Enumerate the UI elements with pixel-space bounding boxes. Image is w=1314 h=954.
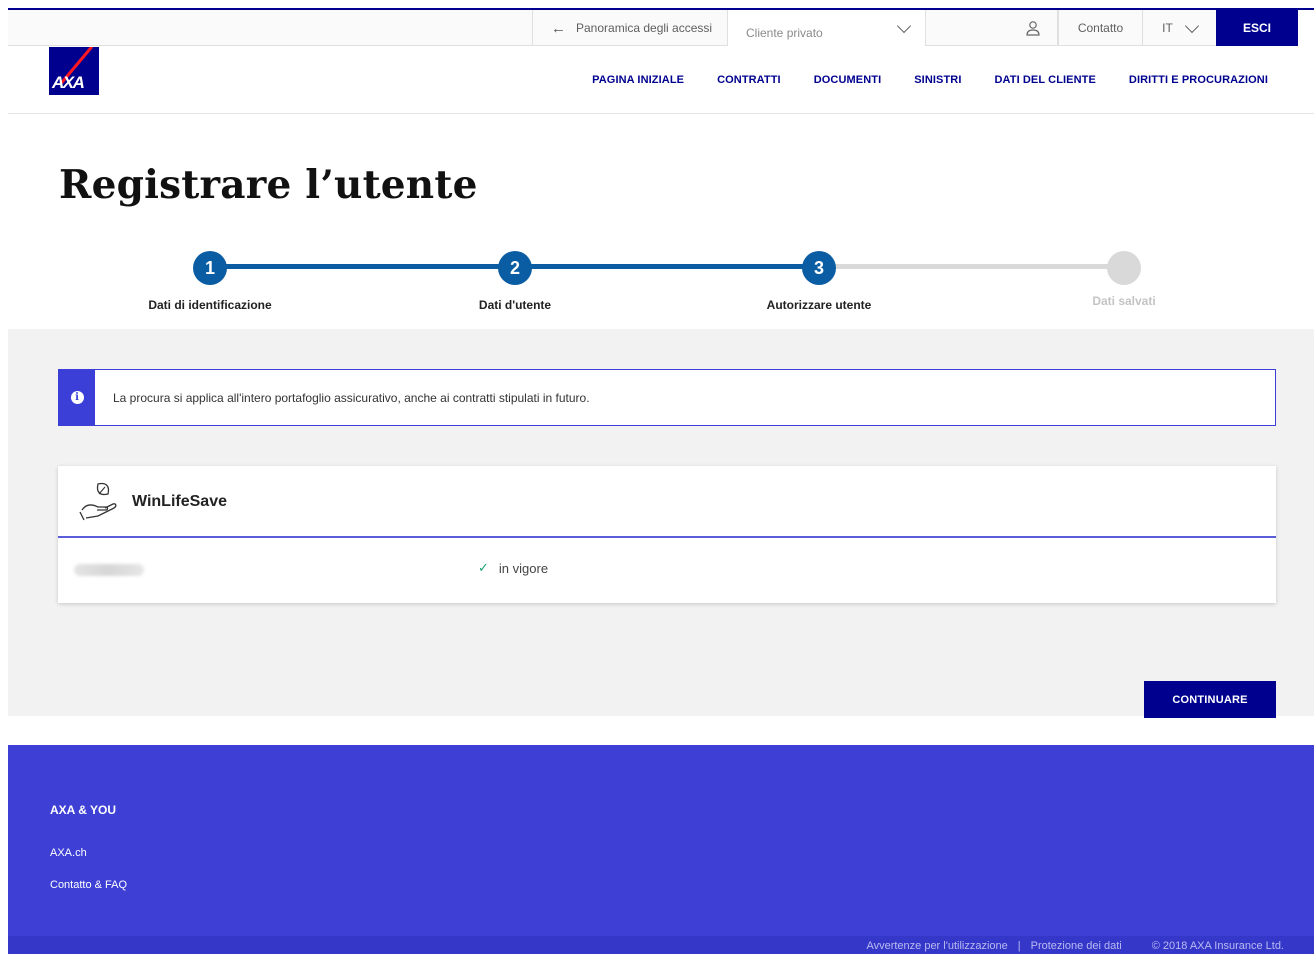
client-type-value: Cliente privato bbox=[746, 26, 823, 40]
user-icon bbox=[1026, 21, 1040, 36]
step-4-indicator bbox=[1107, 251, 1141, 285]
step-1-label: Dati di identificazione bbox=[148, 298, 272, 312]
chevron-down-icon bbox=[896, 18, 912, 33]
step-3-label: Autorizzare utente bbox=[766, 298, 872, 312]
hand-leaf-icon bbox=[79, 482, 117, 521]
step-2-number: 2 bbox=[509, 257, 520, 278]
progress-stepper: 1 2 3 Dati di identificazione Dati d'ute… bbox=[8, 246, 1314, 330]
contract-card[interactable]: WinLifeSave ✓ in vigore bbox=[58, 466, 1276, 603]
contact-label: Contatto bbox=[1077, 21, 1124, 35]
language-select[interactable]: IT bbox=[1142, 10, 1216, 46]
check-icon: ✓ bbox=[478, 560, 489, 575]
footer-link-disclaimer[interactable]: Avvertenze per l'utilizzazione bbox=[866, 940, 1007, 952]
contract-number-redacted bbox=[74, 564, 144, 576]
step-2-indicator: 2 bbox=[498, 251, 532, 285]
language-value: IT bbox=[1162, 21, 1173, 35]
contract-row: ✓ in vigore bbox=[58, 540, 1276, 603]
contract-card-header: WinLifeSave bbox=[58, 466, 1276, 538]
app-frame: ← Panoramica degli accessi Cliente priva… bbox=[8, 8, 1314, 954]
main-content: i La procura si applica all'intero porta… bbox=[8, 329, 1314, 718]
footer: AXA & YOU AXA.ch Contatto & FAQ Avverten… bbox=[8, 745, 1314, 954]
exit-button[interactable]: ESCI bbox=[1216, 10, 1298, 46]
product-name: WinLifeSave bbox=[132, 493, 227, 510]
info-notice: i La procura si applica all'intero porta… bbox=[58, 369, 1276, 426]
step-4-label: Dati salvati bbox=[1092, 294, 1156, 308]
nav-links: PAGINA INIZIALE CONTRATTI DOCUMENTI SINI… bbox=[592, 74, 1268, 86]
client-type-select[interactable]: Cliente privato bbox=[727, 10, 925, 46]
info-text: La procura si applica all'intero portafo… bbox=[113, 391, 590, 405]
footer-link-privacy[interactable]: Protezione dei dati bbox=[1031, 940, 1122, 952]
chevron-down-icon bbox=[1184, 18, 1199, 33]
step-1-indicator: 1 bbox=[193, 251, 227, 285]
info-icon: i bbox=[70, 391, 84, 404]
page-title: Registrare l’utente bbox=[59, 162, 478, 208]
footer-link-axa-ch[interactable]: AXA.ch bbox=[50, 847, 87, 859]
axa-logo[interactable]: AXA bbox=[49, 47, 99, 95]
info-strip: i bbox=[59, 370, 95, 425]
footer-copyright: © 2018 AXA Insurance Ltd. bbox=[1151, 940, 1284, 952]
contact-link[interactable]: Contatto bbox=[1058, 10, 1142, 46]
user-profile-button[interactable] bbox=[925, 10, 1058, 46]
footer-heading: AXA & YOU bbox=[50, 803, 117, 817]
step-2-label: Dati d'utente bbox=[478, 298, 552, 312]
nav-item-contracts[interactable]: CONTRATTI bbox=[717, 74, 781, 86]
footer-link-contact-faq[interactable]: Contatto & FAQ bbox=[50, 879, 127, 891]
nav-item-home[interactable]: PAGINA INIZIALE bbox=[592, 74, 684, 86]
footer-separator: | bbox=[1017, 940, 1021, 952]
contract-status: ✓ in vigore bbox=[478, 560, 548, 576]
logo-text: AXA bbox=[52, 73, 85, 92]
arrow-left-icon: ← bbox=[551, 19, 566, 37]
nav-item-client-data[interactable]: DATI DEL CLIENTE bbox=[994, 74, 1095, 86]
step-3-number: 3 bbox=[813, 257, 824, 278]
utility-bar: ← Panoramica degli accessi Cliente priva… bbox=[8, 10, 1298, 46]
nav-item-documents[interactable]: DOCUMENTI bbox=[814, 74, 882, 86]
back-label: Panoramica degli accessi bbox=[576, 21, 713, 35]
step-3-indicator: 3 bbox=[802, 251, 836, 285]
footer-legal-bar: Avvertenze per l'utilizzazione | Protezi… bbox=[8, 936, 1314, 954]
nav-item-claims[interactable]: SINISTRI bbox=[914, 74, 961, 86]
back-to-access-overview-link[interactable]: ← Panoramica degli accessi bbox=[532, 10, 727, 46]
step-1-number: 1 bbox=[204, 257, 215, 278]
stepper-track-pending bbox=[819, 264, 1124, 269]
status-label: in vigore bbox=[498, 560, 549, 576]
main-navigation: AXA PAGINA INIZIALE CONTRATTI DOCUMENTI … bbox=[8, 47, 1314, 114]
nav-item-rights-and-powers[interactable]: DIRITTI E PROCURAZIONI bbox=[1129, 74, 1268, 86]
continue-button[interactable]: CONTINUARE bbox=[1144, 681, 1276, 718]
